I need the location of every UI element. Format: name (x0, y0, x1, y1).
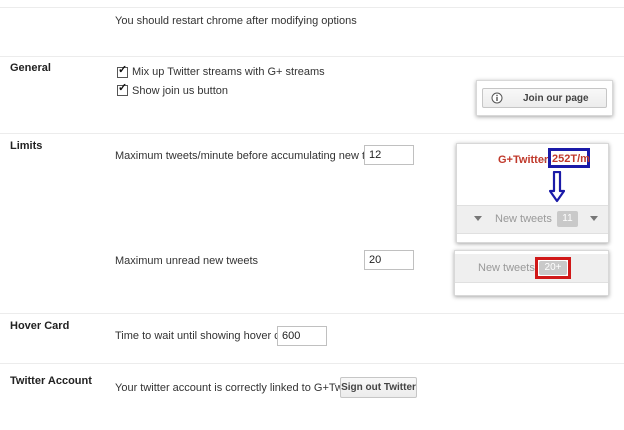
max-unread-label: Maximum unread new tweets (115, 255, 259, 267)
max-unread-input[interactable]: 20 (364, 250, 414, 270)
info-icon (491, 92, 503, 104)
rate-highlight-box: 252T/m (548, 148, 590, 168)
show-join-label: Show join us button (132, 85, 229, 97)
section-title-limits: Limits (10, 140, 43, 152)
divider (0, 7, 624, 8)
join-preview-panel: Join our page (476, 80, 613, 116)
tweets-rate-preview-panel: G+Twitter - 252T/m New tweets 11 (456, 143, 609, 243)
show-join-checkbox[interactable]: ✓ (117, 82, 128, 96)
unread-preview-panel: New tweets 20+ (454, 250, 609, 296)
divider (0, 56, 624, 57)
divider (0, 363, 624, 364)
rate-separator: - (543, 154, 547, 166)
caret-down-icon (590, 216, 598, 221)
arrow-down-icon (549, 171, 565, 203)
check-icon: ✓ (118, 82, 128, 94)
stream-name: G+Twitter (498, 154, 549, 166)
sign-out-twitter-button[interactable]: Sign out Twitter (340, 377, 417, 398)
max-tweets-label: Maximum tweets/minute before accumulatin… (115, 150, 394, 162)
count-highlight-box: 20+ (535, 257, 571, 279)
hover-card-delay-input[interactable]: 600 (277, 326, 327, 346)
new-tweets-count-badge: 20+ (539, 261, 567, 275)
section-title-hover-card: Hover Card (10, 320, 70, 332)
new-tweets-label: New tweets (478, 262, 535, 274)
divider (0, 313, 624, 314)
new-tweets-count-badge: 11 (557, 211, 578, 227)
section-title-general: General (10, 62, 51, 74)
rate-value: 252T/m (552, 153, 590, 165)
mix-streams-label: Mix up Twitter streams with G+ streams (132, 66, 325, 78)
divider (0, 133, 624, 134)
join-our-page-label: Join our page (523, 93, 589, 104)
twitter-link-status: Your twitter account is correctly linked… (115, 382, 362, 394)
caret-down-icon (474, 216, 482, 221)
mix-streams-checkbox[interactable]: ✓ (117, 64, 128, 78)
hover-card-label: Time to wait until showing hover card (115, 330, 296, 342)
new-tweets-bar[interactable]: New tweets 20+ (455, 254, 608, 283)
new-tweets-label: New tweets (495, 213, 552, 225)
restart-notice: You should restart chrome after modifyin… (115, 15, 357, 27)
join-our-page-button[interactable]: Join our page (482, 88, 607, 108)
section-title-twitter-account: Twitter Account (10, 375, 92, 387)
check-icon: ✓ (118, 64, 128, 76)
new-tweets-bar[interactable]: New tweets 11 (457, 205, 608, 234)
max-tweets-input[interactable]: 12 (364, 145, 414, 165)
